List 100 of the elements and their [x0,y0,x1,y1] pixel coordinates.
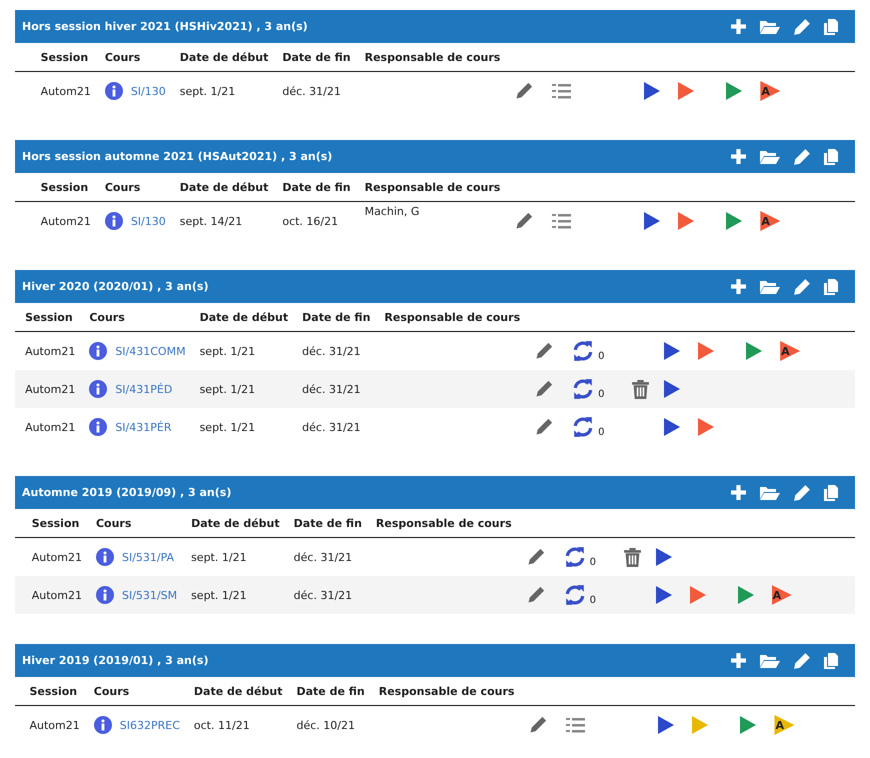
play-icon[interactable] [726,82,742,100]
play-icon[interactable] [644,82,660,100]
column-header: Date de début [180,180,268,194]
add-icon[interactable] [730,278,747,295]
column-header: Responsable de cours [364,180,500,194]
info-icon[interactable] [96,548,114,566]
info-icon[interactable] [94,716,112,734]
course-link[interactable]: SI/531/PA [122,552,174,562]
section-title: Hors session hiver 2021 (HSHiv2021) , 3 an(s) [22,20,308,33]
numbered-list-icon[interactable] [552,82,572,100]
edit-icon[interactable] [526,547,546,567]
course-link[interactable]: SI/431COMM [115,346,186,356]
sync-icon[interactable] [564,546,586,568]
section-title: Automne 2019 (2019/09) , 3 an(s) [22,486,232,499]
column-header: Cours [89,310,125,324]
folder-icon[interactable] [759,18,781,34]
sync-count: 0 [598,428,604,438]
add-icon[interactable] [730,484,747,501]
play-icon[interactable] [698,418,714,436]
start-date: sept. 1/21 [200,382,256,396]
sync-icon[interactable] [572,378,594,400]
trash-icon[interactable] [632,380,650,398]
sync-icon[interactable] [564,584,586,606]
column-header: Responsable de cours [378,684,514,698]
play-icon[interactable] [698,342,714,360]
edit-icon[interactable] [514,81,534,101]
course-link[interactable]: SI/531/SM [122,590,178,600]
copy-icon[interactable] [823,652,839,670]
folder-icon[interactable] [759,148,781,164]
edit-icon[interactable] [514,211,534,231]
copy-icon[interactable] [823,148,839,166]
play-icon[interactable] [656,586,672,604]
play-icon[interactable] [644,212,660,230]
section-title: Hiver 2019 (2019/01) , 3 an(s) [22,654,208,667]
play-letter-button[interactable]: A [760,211,780,231]
edit-icon[interactable] [534,417,554,437]
sync-icon[interactable] [572,340,594,362]
play-icon[interactable] [678,82,694,100]
edit-icon[interactable] [526,585,546,605]
folder-icon[interactable] [759,278,781,294]
info-icon[interactable] [89,418,108,436]
play-icon[interactable] [656,548,672,566]
add-icon[interactable] [730,148,747,165]
play-icon[interactable] [740,716,756,734]
play-icon[interactable] [664,380,680,398]
column-header: Date de fin [296,684,365,698]
numbered-list-icon[interactable] [566,716,586,734]
play-icon[interactable] [664,342,680,360]
info-icon[interactable] [96,586,114,604]
play-icon[interactable] [738,586,754,604]
course-link[interactable]: SI/130 [130,216,166,226]
edit-icon[interactable] [793,18,811,36]
session-cell: Autom21 [25,382,76,396]
info-icon[interactable] [104,82,123,100]
edit-icon[interactable] [534,341,554,361]
play-icon[interactable] [678,212,694,230]
sync-icon[interactable] [572,416,594,438]
play-letter-button[interactable]: A [780,341,800,361]
play-icon[interactable] [658,716,674,734]
edit-icon[interactable] [793,278,811,296]
start-date: sept. 1/21 [180,84,236,98]
numbered-list-icon[interactable] [552,212,572,230]
play-letter-button[interactable]: A [760,81,780,101]
copy-icon[interactable] [823,484,839,502]
info-icon[interactable] [89,342,108,360]
copy-icon[interactable] [823,278,839,296]
session-cell: Autom21 [32,550,82,564]
course-link[interactable]: SI632PREC [120,720,180,730]
session-cell: Autom21 [40,214,91,228]
end-date: déc. 31/21 [294,588,352,602]
column-header: Date de début [180,50,268,64]
end-date: déc. 31/21 [302,382,361,396]
add-icon[interactable] [730,652,747,669]
play-letter-button[interactable]: A [772,585,792,605]
trash-icon[interactable] [624,548,641,566]
play-icon[interactable] [726,212,742,230]
start-date: sept. 1/21 [200,420,256,434]
column-header: Session [40,180,88,194]
course-link[interactable]: SI/130 [130,86,166,96]
info-icon[interactable] [89,380,108,398]
edit-icon[interactable] [793,652,811,670]
folder-icon[interactable] [759,652,781,668]
edit-icon[interactable] [793,148,811,166]
add-icon[interactable] [730,18,747,35]
column-header: Cours [94,684,130,698]
edit-icon[interactable] [793,484,811,502]
info-icon[interactable] [104,212,123,230]
edit-icon[interactable] [534,379,554,399]
end-date: déc. 10/21 [296,718,355,732]
play-letter-button[interactable]: A [774,715,794,735]
play-icon[interactable] [746,342,762,360]
column-header: Date de fin [282,50,351,64]
folder-icon[interactable] [759,484,781,500]
edit-icon[interactable] [528,715,548,735]
course-link[interactable]: SI/431PÉD [115,384,172,394]
play-icon[interactable] [690,586,706,604]
copy-icon[interactable] [823,18,839,36]
play-icon[interactable] [664,418,680,436]
course-link[interactable]: SI/431PÉR [115,422,172,432]
section-title: Hiver 2020 (2020/01) , 3 an(s) [22,280,208,293]
